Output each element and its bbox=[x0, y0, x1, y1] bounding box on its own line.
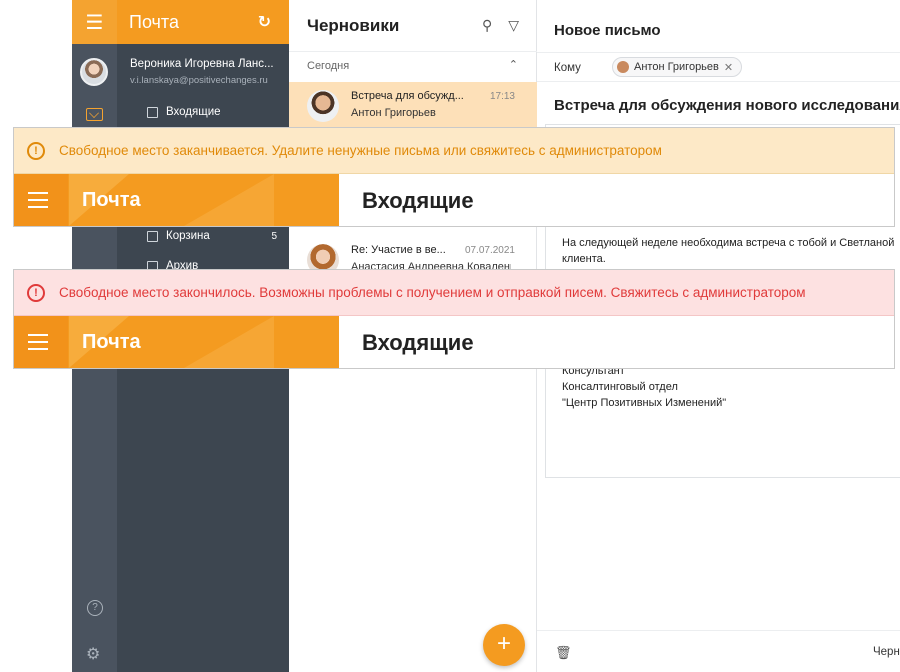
trash-icon[interactable]: 🗑 bbox=[555, 645, 572, 661]
body-line: На следующей неделе необходима встреча с… bbox=[562, 237, 895, 249]
warning-alert: ! Свободное место заканчивается. Удалите… bbox=[14, 128, 894, 174]
avatar bbox=[307, 90, 339, 122]
error-message: Свободное место закончилось. Возможны пр… bbox=[59, 285, 806, 300]
folder-count: 5 bbox=[271, 230, 277, 242]
message-date: 17:13 bbox=[489, 91, 515, 102]
storage-warning-panel: ! Свободное место заканчивается. Удалите… bbox=[14, 128, 894, 226]
folder-inbox[interactable]: Входящие bbox=[147, 106, 277, 118]
collapse-group-icon[interactable]: ⌃ bbox=[509, 58, 518, 71]
message-subject: Встреча для обсужд... bbox=[351, 90, 464, 102]
save-draft-button[interactable]: Черн bbox=[873, 646, 900, 658]
to-label: Кому bbox=[554, 62, 581, 74]
error-alert: ! Свободное место закончилось. Возможны … bbox=[14, 270, 894, 316]
list-header: Черновики ⚲ ▽ bbox=[289, 0, 537, 52]
list-item[interactable]: Встреча для обсужд... Антон Григорьев 17… bbox=[289, 82, 537, 130]
search-icon[interactable]: ⚲ bbox=[482, 17, 492, 34]
app-header: Почта Входящие bbox=[14, 174, 894, 226]
header-brand-area: Почта bbox=[14, 174, 339, 226]
user-avatar[interactable] bbox=[80, 58, 108, 86]
recipient-chip[interactable]: Антон Григорьев ✕ bbox=[612, 57, 743, 77]
recipient-row[interactable]: Кому Антон Григорьев ✕ bbox=[537, 52, 900, 82]
close-icon[interactable]: ✕ bbox=[724, 61, 733, 74]
user-name[interactable]: Вероника Игоревна Ланс... bbox=[130, 58, 274, 70]
inbox-icon bbox=[147, 106, 158, 118]
warning-message: Свободное место заканчивается. Удалите н… bbox=[59, 143, 662, 158]
trash-icon bbox=[147, 230, 158, 242]
folder-label: Корзина bbox=[166, 230, 210, 242]
app-title: Почта bbox=[129, 11, 179, 32]
subject-field[interactable]: Встреча для обсуждения нового исследован… bbox=[554, 97, 900, 114]
avatar bbox=[617, 61, 629, 73]
list-title: Черновики bbox=[307, 15, 400, 35]
message-sender: Антон Григорьев bbox=[351, 107, 436, 119]
user-email: v.i.lanskaya@positivechanges.ru bbox=[130, 75, 268, 86]
body-line: "Центр Позитивных Изменений" bbox=[562, 397, 727, 409]
menu-icon[interactable] bbox=[28, 334, 48, 350]
page-title: Входящие bbox=[362, 188, 474, 213]
message-date: 07.07.2021 bbox=[464, 245, 515, 256]
help-icon[interactable]: ? bbox=[87, 600, 103, 616]
body-line: клиента. bbox=[562, 253, 606, 265]
storage-error-panel: ! Свободное место закончилось. Возможны … bbox=[14, 270, 894, 368]
group-header: Сегодня bbox=[307, 60, 350, 72]
app-header: Почта Входящие bbox=[14, 316, 894, 368]
message-subject: Re: Участие в ве... bbox=[351, 244, 446, 256]
menu-button[interactable]: ☰ bbox=[72, 0, 117, 44]
folder-trash[interactable]: Корзина 5 bbox=[147, 230, 277, 242]
filter-icon[interactable]: ▽ bbox=[508, 17, 519, 34]
menu-icon[interactable] bbox=[28, 192, 48, 208]
new-message-button[interactable]: + bbox=[483, 624, 525, 666]
warning-icon: ! bbox=[27, 141, 45, 160]
page-title: Входящие bbox=[362, 330, 474, 355]
body-line: Консалтинговый отдел bbox=[562, 381, 678, 393]
app-header: Почта ↻ bbox=[117, 0, 289, 44]
header-brand-area: Почта bbox=[14, 316, 339, 368]
folder-label: Входящие bbox=[166, 106, 221, 118]
compose-toolbar: 🗑 Черн bbox=[537, 630, 900, 672]
error-icon: ! bbox=[27, 283, 45, 302]
refresh-icon[interactable]: ↻ bbox=[258, 12, 271, 32]
settings-icon[interactable]: ⚙ bbox=[86, 644, 100, 664]
recipient-name: Антон Григорьев bbox=[634, 61, 719, 73]
app-title: Почта bbox=[82, 189, 141, 211]
mail-icon[interactable] bbox=[86, 108, 103, 121]
app-title: Почта bbox=[82, 331, 141, 353]
menu-icon: ☰ bbox=[85, 11, 104, 34]
compose-title: Новое письмо bbox=[554, 22, 661, 39]
